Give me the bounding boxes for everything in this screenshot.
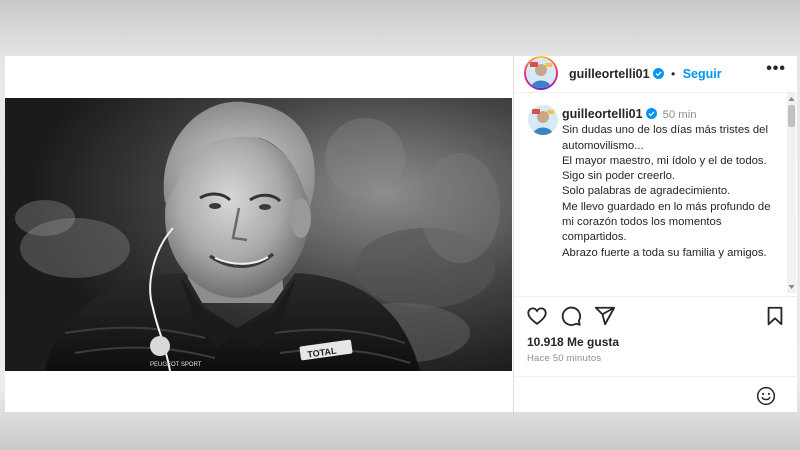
add-comment-bar (514, 376, 797, 412)
caption-line: Sigo sin poder creerlo. (562, 170, 676, 183)
emoji-icon[interactable] (756, 386, 776, 406)
instagram-post-modal: PEUGEOT SPORT TOTAL guilleortelli01 • Se… (5, 56, 797, 412)
header-user-row: guilleortelli01 • Seguir (569, 65, 722, 83)
follow-button[interactable]: Seguir (683, 67, 722, 81)
bookmark-icon[interactable] (764, 305, 786, 327)
photo-panel: PEUGEOT SPORT TOTAL (5, 56, 512, 412)
avatar-image (526, 58, 556, 88)
svg-text:PEUGEOT SPORT: PEUGEOT SPORT (150, 362, 202, 368)
photo-image: PEUGEOT SPORT TOTAL (5, 98, 512, 371)
likes-count[interactable]: 10.918 Me gusta (527, 335, 619, 349)
avatar-image (528, 105, 558, 135)
comments-section: guilleortelli01 50 min Sin dudas uno de l… (514, 93, 797, 293)
caption-line: Sin dudas uno de los días más tristes de… (562, 124, 768, 152)
caption-username[interactable]: guilleortelli01 (562, 107, 643, 121)
caption-line: El mayor maestro, mi ídolo y el de todos… (562, 154, 767, 167)
post-photo[interactable]: PEUGEOT SPORT TOTAL (5, 98, 512, 371)
comment-icon[interactable] (560, 305, 582, 327)
separator-dot: • (671, 67, 676, 81)
post-caption: guilleortelli01 50 min Sin dudas uno de l… (562, 107, 776, 261)
heart-icon[interactable] (526, 305, 548, 327)
post-header: guilleortelli01 • Seguir ••• (514, 56, 797, 93)
caption-author-avatar[interactable] (528, 105, 558, 135)
more-options-icon[interactable]: ••• (766, 60, 786, 78)
action-bar (514, 296, 797, 335)
post-timestamp: Hace 50 minutos (527, 353, 602, 364)
caption-line: Me llevo guardado en lo más profundo de … (562, 200, 771, 244)
author-username[interactable]: guilleortelli01 (569, 67, 650, 81)
post-sidebar: guilleortelli01 • Seguir ••• guilleortel… (513, 56, 797, 412)
author-avatar[interactable] (524, 56, 558, 90)
verified-badge-icon (652, 68, 664, 79)
scroll-up-icon[interactable] (787, 95, 796, 103)
scroll-down-icon[interactable] (787, 283, 796, 291)
scrollbar-thumb[interactable] (788, 105, 795, 127)
caption-line: Abrazo fuerte a toda su familia y amigos… (562, 246, 767, 259)
share-icon[interactable] (594, 305, 616, 327)
caption-line: Solo palabras de agradecimiento. (562, 185, 731, 198)
caption-time: 50 min (662, 109, 697, 121)
verified-badge-icon (645, 108, 657, 119)
comments-scrollbar[interactable] (787, 93, 796, 293)
